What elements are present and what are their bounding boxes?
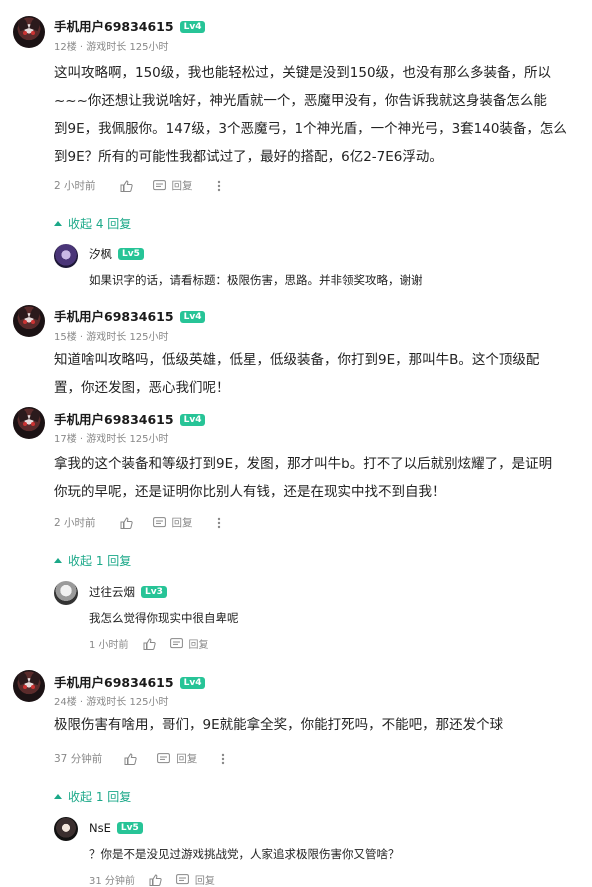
reply-label: 回复 — [194, 876, 215, 887]
collapse-label: 收起 1 回复 — [68, 554, 132, 568]
user-avatar[interactable] — [13, 670, 45, 702]
more-vertical-icon — [217, 180, 221, 192]
reply-text: 如果识字的话，请看标题：极限伤害，思路。并非领奖攻略，谢谢 — [89, 273, 423, 287]
collapse-replies-link[interactable]: 收起 1 回复 — [54, 552, 131, 569]
thumbs-up-icon — [124, 752, 137, 765]
reply-text: ？你是不是没见过游戏挑战党，人家追求极限伤害你又管啥？ — [89, 847, 400, 861]
thumbs-up-icon — [120, 516, 133, 529]
reply-username-text[interactable]: NsE — [89, 821, 111, 835]
collapse-replies-link[interactable]: 收起 1 回复 — [54, 788, 131, 805]
collapse-arrow-icon — [54, 794, 62, 799]
like-button[interactable] — [124, 752, 137, 765]
username-text[interactable]: 手机用户69834615 — [54, 309, 174, 324]
comment-meta: 15楼 · 游戏时长 125小时 — [54, 332, 169, 343]
like-button[interactable] — [120, 516, 133, 529]
reply-label: 回复 — [176, 753, 198, 765]
reply-button[interactable]: 回复 — [176, 872, 215, 887]
level-badge: Lv5 — [118, 248, 144, 260]
more-button[interactable] — [217, 517, 221, 529]
username-text[interactable]: 手机用户69834615 — [54, 675, 174, 690]
reply-button[interactable]: 回复 — [157, 751, 197, 766]
comment-actions: 2 小时前 回复 — [54, 515, 221, 530]
level-badge: Lv4 — [179, 677, 206, 689]
comment-meta: 24楼 · 游戏时长 125小时 — [54, 697, 169, 708]
reply-actions: 31 分钟前 回复 — [89, 872, 215, 887]
reply-actions: 1 小时前 回复 — [89, 636, 209, 651]
thumbs-up-icon — [120, 179, 133, 192]
thumbs-up-icon — [149, 873, 162, 886]
level-badge: Lv4 — [179, 311, 206, 323]
more-vertical-icon — [217, 517, 221, 529]
timestamp: 37 分钟前 — [54, 753, 103, 765]
comment-body: 知道啥叫攻略吗，低级英雄，低星，低级装备，你打到9E，那叫牛B。这个顶级配 置，… — [54, 346, 584, 402]
collapse-replies-link[interactable]: 收起 4 回复 — [54, 215, 131, 232]
comment-actions: 2 小时前 回复 — [54, 178, 221, 193]
level-badge: Lv4 — [179, 414, 206, 426]
like-button[interactable] — [149, 873, 162, 886]
thumbs-up-icon — [143, 637, 156, 650]
like-button[interactable] — [143, 637, 156, 650]
username[interactable]: 手机用户69834615 Lv4 — [54, 306, 206, 325]
comment-line: 知道啥叫攻略吗，低级英雄，低星，低级装备，你打到9E，那叫牛B。这个顶级配 — [54, 352, 540, 368]
comment-line: 拿我的这个装备和等级打到9E，发图，那才叫牛b。打不了以后就别炫耀了，是证明 — [54, 456, 553, 472]
reply-username-text[interactable]: 过往云烟 — [89, 585, 135, 599]
like-button[interactable] — [120, 179, 133, 192]
user-avatar[interactable] — [13, 305, 45, 337]
comment-meta: 12楼 · 游戏时长 125小时 — [54, 42, 169, 53]
reply-label: 回复 — [171, 180, 193, 192]
reply-avatar[interactable] — [54, 244, 78, 268]
comment-line: 到9E，我佩服你。147级，3个恶魔弓，1个神光盾，一个神光弓，3套140装备，… — [54, 121, 567, 137]
more-button[interactable] — [217, 180, 221, 192]
comment-meta: 17楼 · 游戏时长 125小时 — [54, 434, 169, 445]
more-vertical-icon — [221, 753, 225, 765]
comment-icon — [152, 179, 166, 192]
timestamp: 31 分钟前 — [89, 876, 135, 887]
username-text[interactable]: 手机用户69834615 — [54, 412, 174, 427]
level-badge: Lv5 — [116, 822, 143, 834]
comment-line: 你玩的早呢，还是证明你比别人有钱，还是在现实中找不到自我！ — [54, 484, 446, 500]
user-avatar[interactable] — [13, 407, 45, 439]
collapse-arrow-icon — [54, 558, 62, 563]
reply-username[interactable]: 汐枫 Lv5 — [89, 246, 144, 262]
comment-line: 置，你还发图，恶心我们呢！ — [54, 380, 230, 396]
comment-line: ~~~你还想让我说啥好，神光盾就一个，恶魔甲没有，你告诉我就这身装备怎么能 — [54, 93, 547, 109]
comment-icon — [152, 516, 166, 529]
collapse-label: 收起 4 回复 — [68, 217, 132, 231]
comment-icon — [157, 752, 171, 765]
timestamp: 2 小时前 — [54, 517, 96, 529]
reply-button[interactable]: 回复 — [152, 515, 193, 530]
reply-username[interactable]: 过往云烟 Lv3 — [89, 584, 167, 600]
level-badge: Lv4 — [179, 21, 206, 33]
reply-username[interactable]: NsE Lv5 — [89, 821, 143, 835]
username[interactable]: 手机用户69834615 Lv4 — [54, 672, 206, 691]
comment-line: 这叫攻略啊，150级，我也能轻松过，关键是没到150级，也没有那么多装备，所以 — [54, 65, 552, 81]
comment-body: 极限伤害有啥用，哥们，9E就能拿全奖，你能打死吗，不能吧，那还发个球 — [54, 711, 584, 739]
comment-body: 这叫攻略啊，150级，我也能轻松过，关键是没到150级，也没有那么多装备，所以 … — [54, 59, 584, 171]
collapse-arrow-icon — [54, 221, 62, 226]
reply-text: 我怎么觉得你现实中很自卑呢 — [89, 611, 239, 625]
collapse-label: 收起 1 回复 — [68, 790, 132, 804]
level-badge: Lv3 — [141, 586, 167, 598]
more-button[interactable] — [221, 753, 225, 765]
reply-label: 回复 — [188, 640, 209, 651]
reply-button[interactable]: 回复 — [152, 178, 193, 193]
username[interactable]: 手机用户69834615 Lv4 — [54, 409, 206, 428]
reply-avatar[interactable] — [54, 817, 78, 841]
username[interactable]: 手机用户69834615 Lv4 — [54, 16, 206, 35]
comment-icon — [169, 637, 183, 650]
reply-button[interactable]: 回复 — [169, 636, 209, 651]
comment-icon — [176, 873, 189, 886]
comment-line: 到9E？所有的可能性我都试过了，最好的搭配，6亿2-7E6浮动。 — [54, 149, 443, 165]
comment-actions: 37 分钟前 回复 — [54, 751, 225, 766]
user-avatar[interactable] — [13, 16, 45, 48]
comment-body: 拿我的这个装备和等级打到9E，发图，那才叫牛b。打不了以后就别炫耀了，是证明 你… — [54, 450, 584, 506]
comment-line: 极限伤害有啥用，哥们，9E就能拿全奖，你能打死吗，不能吧，那还发个球 — [54, 717, 504, 733]
reply-avatar[interactable] — [54, 581, 78, 605]
timestamp: 2 小时前 — [54, 180, 96, 192]
reply-label: 回复 — [171, 517, 193, 529]
username-text[interactable]: 手机用户69834615 — [54, 19, 174, 34]
reply-username-text[interactable]: 汐枫 — [89, 247, 112, 261]
timestamp: 1 小时前 — [89, 640, 129, 651]
